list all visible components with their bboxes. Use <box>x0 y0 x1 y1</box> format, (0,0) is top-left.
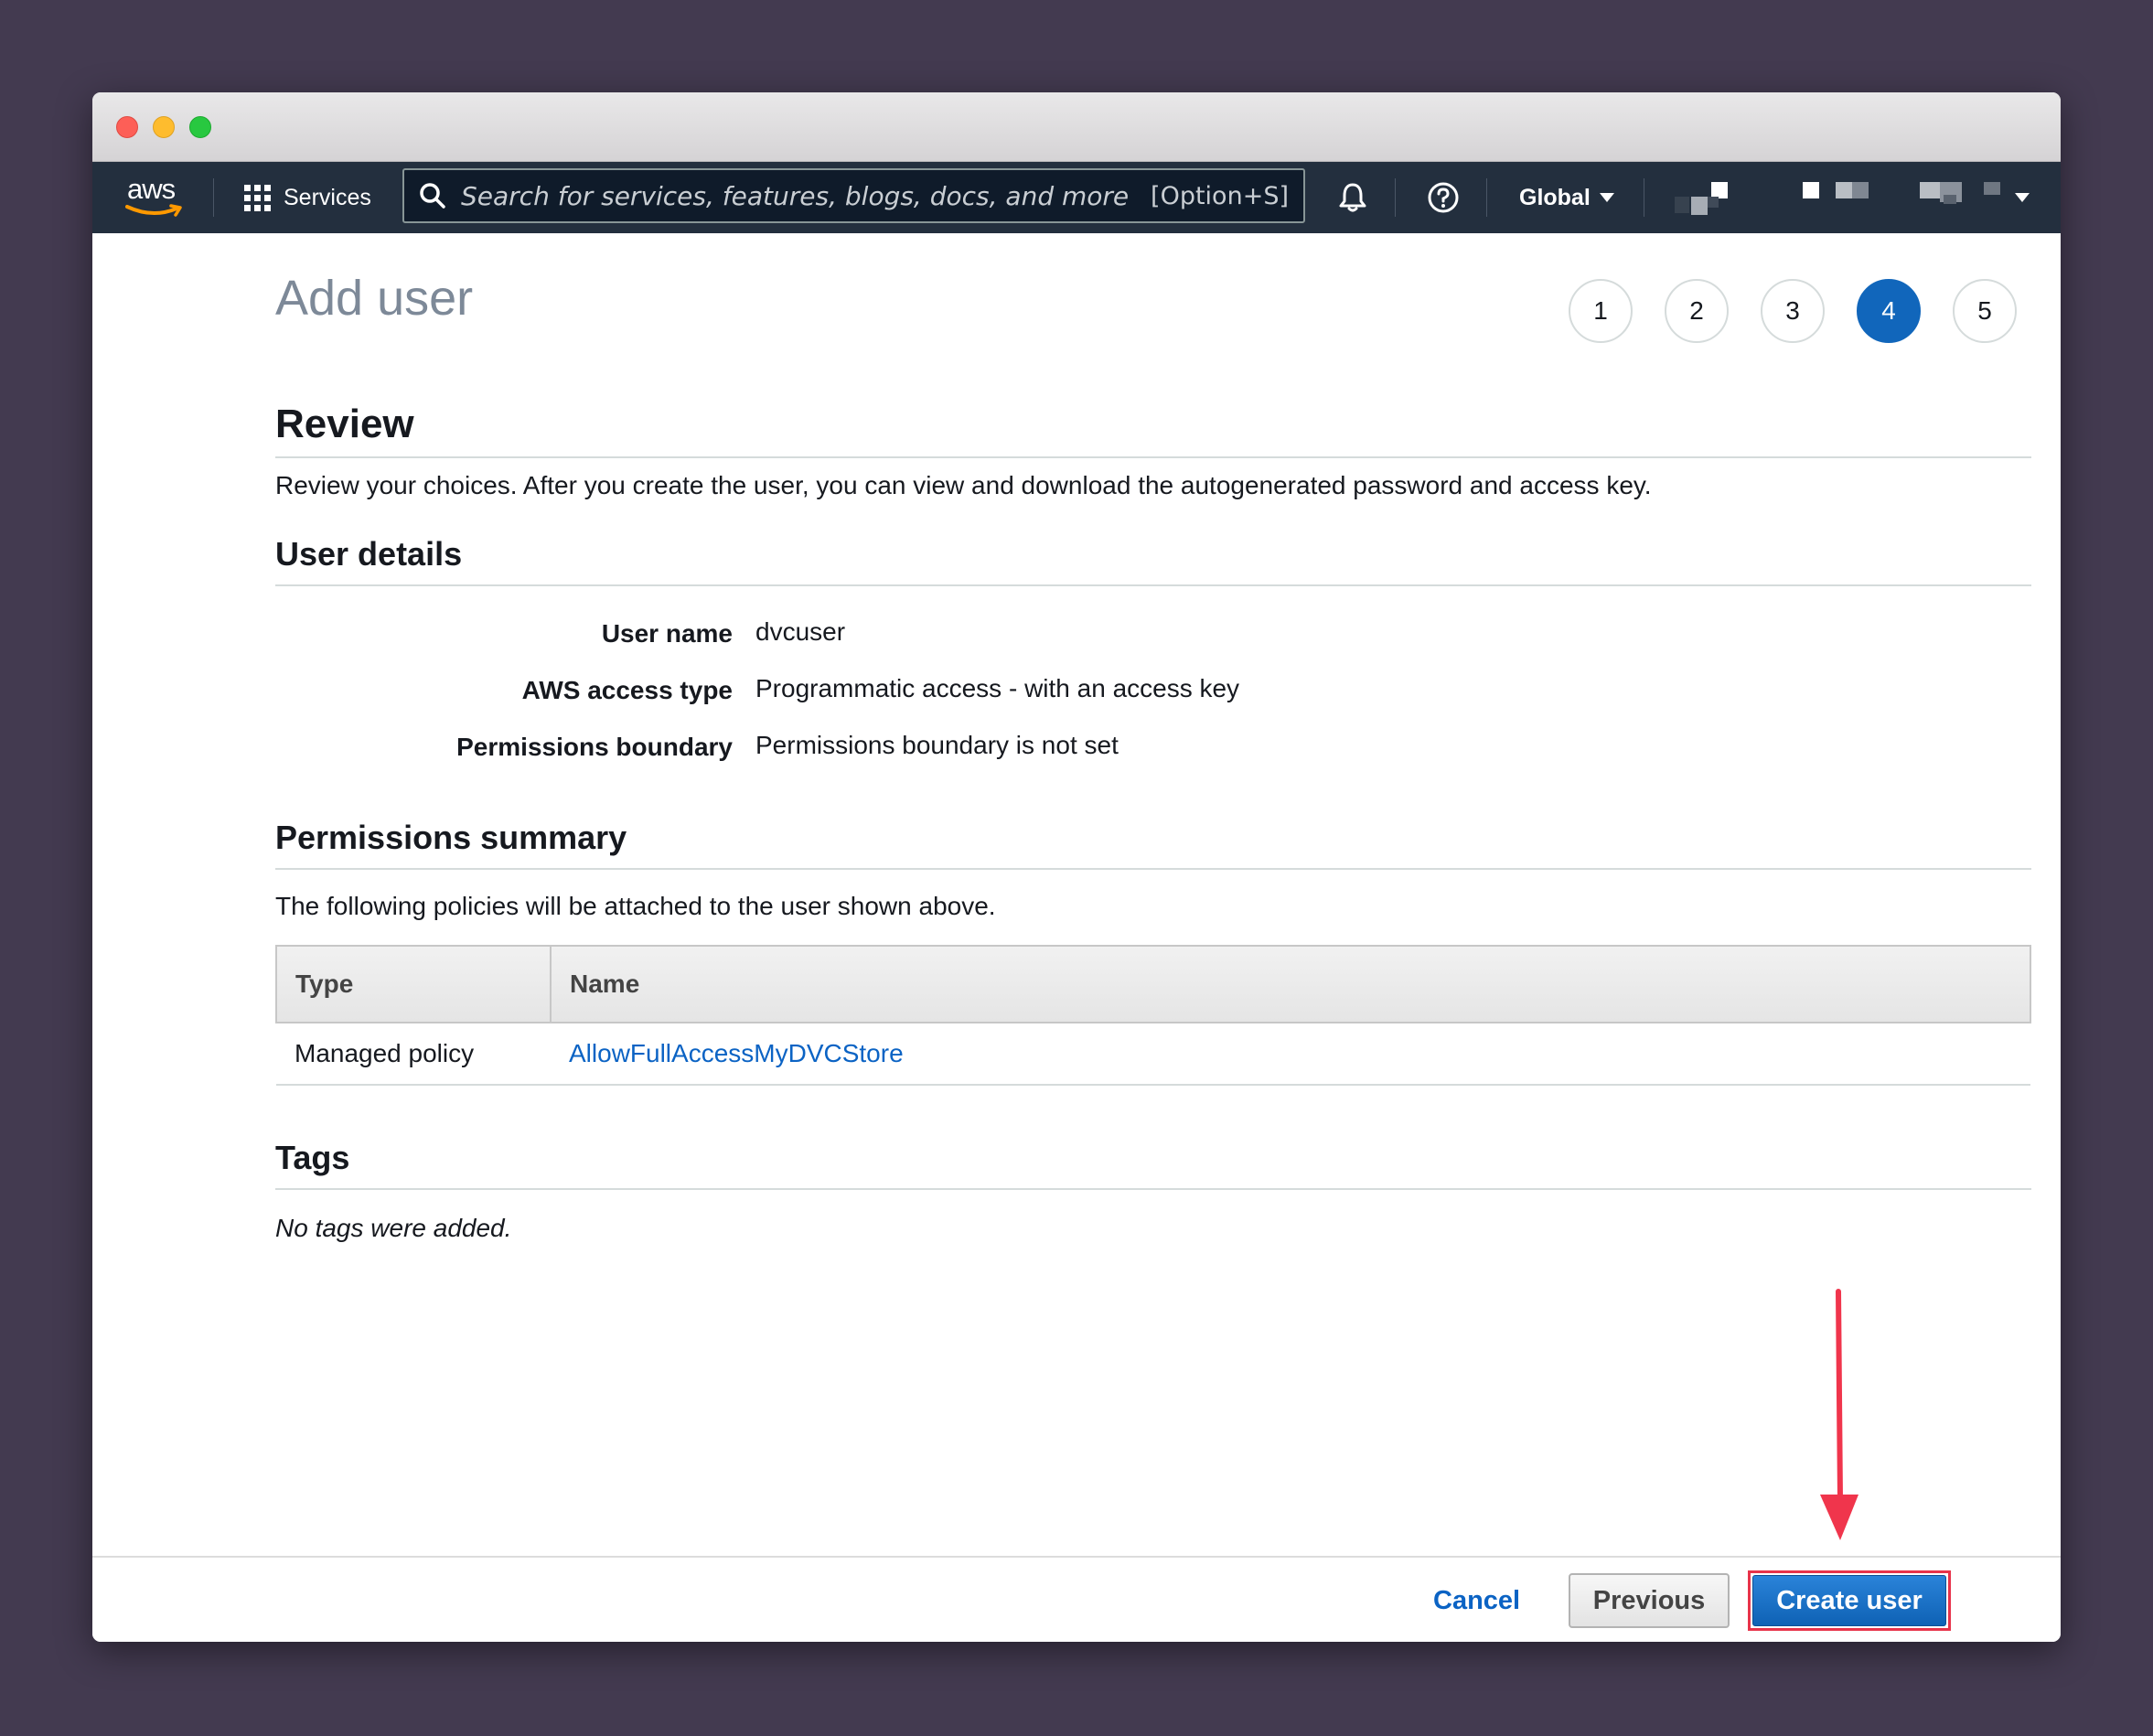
permissions-table: Type Name Managed policy AllowFullAccess… <box>275 945 2031 1086</box>
detail-row: Permissions boundary Permissions boundar… <box>275 722 2031 778</box>
create-user-highlight: Create user <box>1748 1570 1951 1631</box>
step-5[interactable]: 5 <box>1953 279 2017 343</box>
step-1[interactable]: 1 <box>1569 279 1633 343</box>
step-3[interactable]: 3 <box>1761 279 1825 343</box>
nav-divider <box>1486 178 1487 217</box>
detail-label: AWS access type <box>521 676 733 704</box>
detail-row: AWS access type Programmatic access - wi… <box>275 665 2031 722</box>
help-button[interactable] <box>1423 177 1463 218</box>
services-menu-button[interactable]: Services <box>244 178 371 217</box>
policy-type-cell: Managed policy <box>276 1023 551 1086</box>
close-window-button[interactable] <box>116 116 138 138</box>
help-icon <box>1428 182 1459 213</box>
detail-label: Permissions boundary <box>456 733 733 761</box>
tags-note: No tags were added. <box>275 1214 512 1242</box>
detail-row: User name dvcuser <box>275 608 2031 665</box>
cancel-button[interactable]: Cancel <box>1433 1578 1520 1623</box>
detail-value: Programmatic access - with an access key <box>755 674 1240 702</box>
grid-icon <box>244 184 271 211</box>
permissions-summary-heading: Permissions summary <box>275 819 2031 870</box>
minimize-window-button[interactable] <box>153 116 175 138</box>
caret-down-icon <box>2015 193 2030 202</box>
annotation-arrow-icon <box>1820 1289 1858 1540</box>
nav-divider <box>213 178 214 217</box>
account-menu-redacted[interactable] <box>1671 175 2046 220</box>
step-4-active[interactable]: 4 <box>1857 279 1921 343</box>
create-user-button[interactable]: Create user <box>1752 1575 1946 1626</box>
table-header-row: Type Name <box>275 945 2031 1023</box>
policy-name-cell: AllowFullAccessMyDVCStore <box>551 1023 2030 1086</box>
detail-value: dvcuser <box>755 617 846 646</box>
services-label: Services <box>284 184 371 210</box>
table-row: Managed policy AllowFullAccessMyDVCStore <box>276 1023 2030 1086</box>
nav-divider <box>1395 178 1396 217</box>
previous-button[interactable]: Previous <box>1569 1573 1730 1628</box>
search-shortcut-hint: [Option+S] <box>1151 181 1289 210</box>
permissions-description: The following policies will be attached … <box>275 892 996 920</box>
aws-smile-icon <box>125 204 182 217</box>
tags-heading: Tags <box>275 1139 2031 1190</box>
detail-value: Permissions boundary is not set <box>755 731 1119 759</box>
search-input[interactable] <box>461 180 1151 211</box>
region-label: Global <box>1519 184 1591 210</box>
review-description: Review your choices. After you create th… <box>275 471 1652 499</box>
user-details-list: User name dvcuser AWS access type Progra… <box>275 608 2031 778</box>
column-header-type: Type <box>275 945 552 1023</box>
step-2[interactable]: 2 <box>1665 279 1729 343</box>
user-details-heading: User details <box>275 535 2031 586</box>
maximize-window-button[interactable] <box>189 116 211 138</box>
aws-logo-text: aws <box>127 173 176 205</box>
bell-icon <box>1339 183 1366 212</box>
policy-link[interactable]: AllowFullAccessMyDVCStore <box>569 1039 904 1067</box>
region-selector[interactable]: Global <box>1519 178 1614 217</box>
page-title: Add user <box>275 271 474 326</box>
page-content: Add user 1 2 3 4 5 Review Review your ch… <box>92 233 2061 1556</box>
detail-label: User name <box>601 619 733 648</box>
caret-down-icon <box>1599 193 1614 202</box>
browser-window: aws Services [Option+S] <box>92 92 2061 1642</box>
window-titlebar <box>92 92 2061 162</box>
search-icon <box>420 183 445 209</box>
wizard-steps: 1 2 3 4 5 <box>1569 279 2017 343</box>
notifications-button[interactable] <box>1333 177 1373 218</box>
column-header-name: Name <box>550 945 2031 1023</box>
wizard-footer: Cancel Previous Create user <box>92 1556 2061 1642</box>
aws-navbar: aws Services [Option+S] <box>92 162 2061 233</box>
search-box[interactable]: [Option+S] <box>402 168 1305 223</box>
review-heading: Review <box>275 402 2031 458</box>
aws-logo[interactable]: aws <box>123 173 187 220</box>
